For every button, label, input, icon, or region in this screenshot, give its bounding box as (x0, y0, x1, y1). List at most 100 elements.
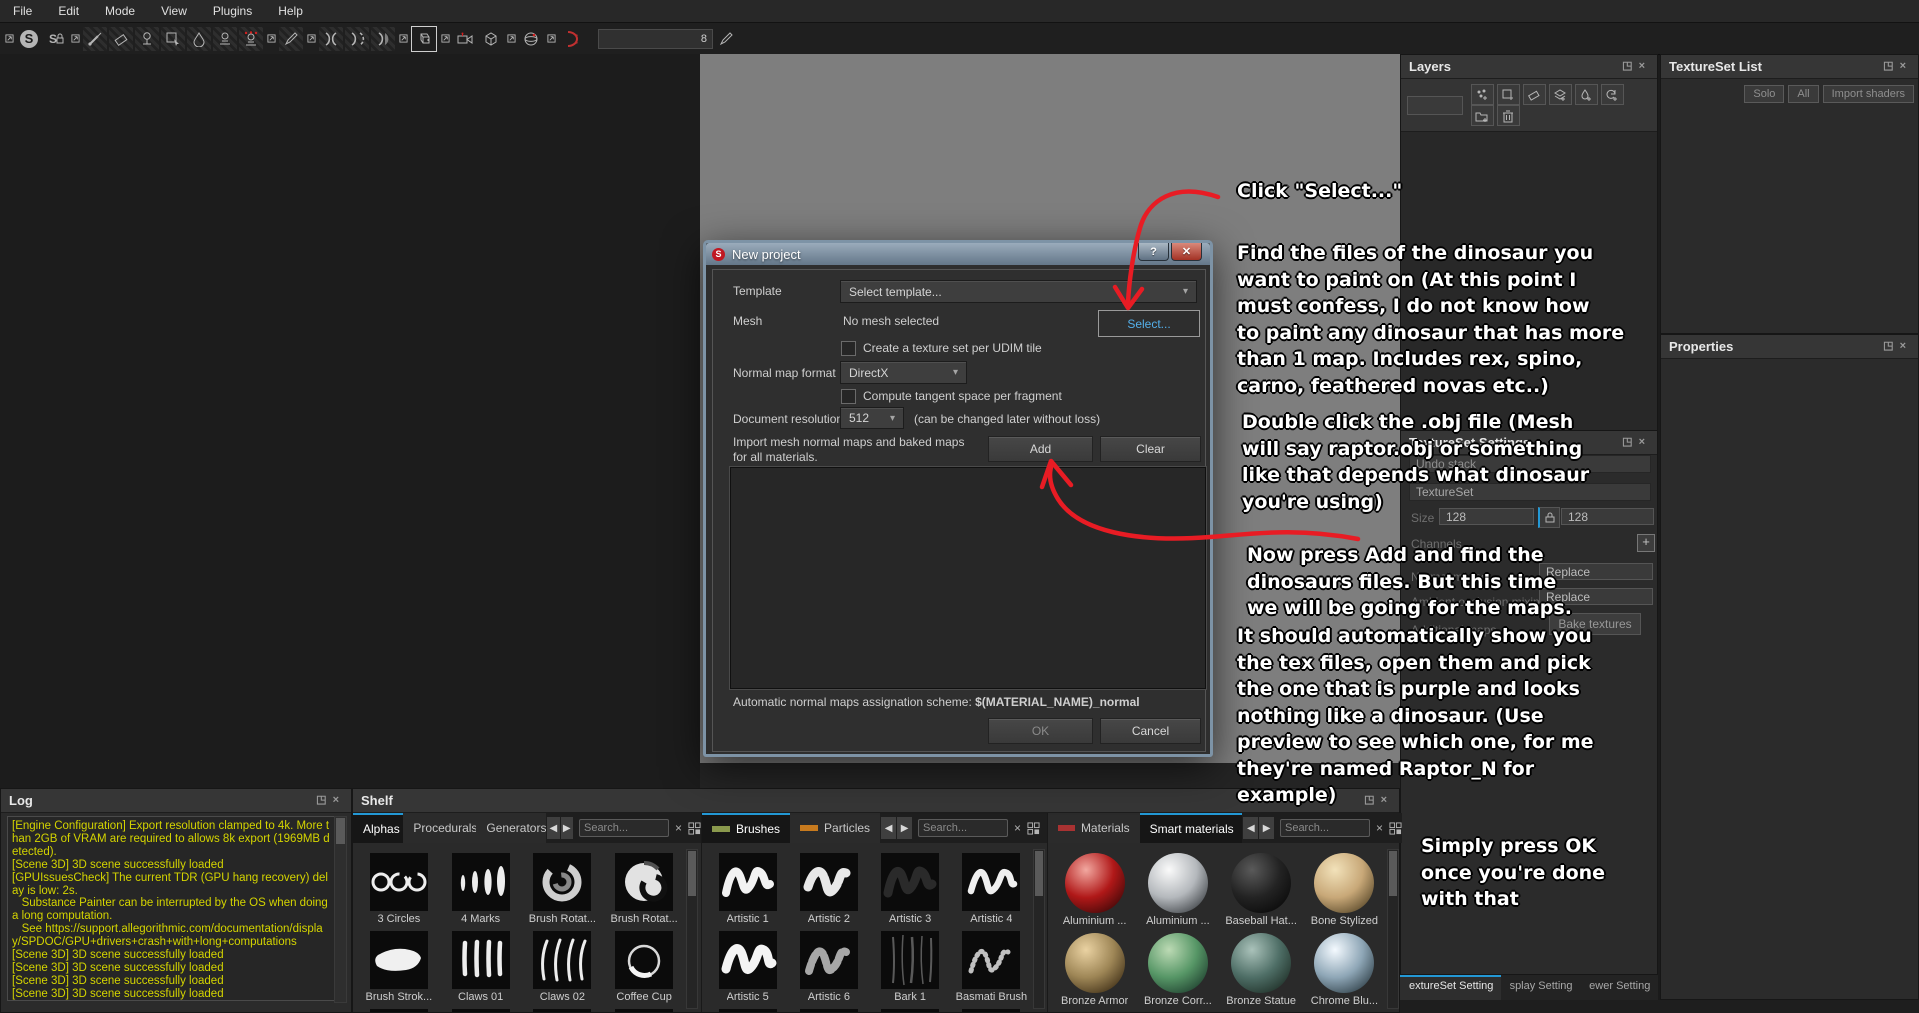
menu-item-help[interactable]: Help (265, 1, 316, 21)
tab-procedurals[interactable]: Procedurals (403, 813, 477, 843)
prev-tab-icon[interactable]: ◀ (881, 817, 897, 839)
alphas-item[interactable] (522, 1005, 604, 1012)
clone-stamp-source-icon[interactable] (239, 26, 263, 51)
popup-icon[interactable] (265, 27, 277, 51)
alphas-item[interactable]: Brush Rotat... (603, 849, 685, 927)
brushes-item[interactable] (707, 1005, 788, 1012)
environment-sphere-icon[interactable] (519, 27, 543, 51)
clear-maps-button[interactable]: Clear (1100, 436, 1201, 462)
materials-item[interactable]: Baseball Hat... (1220, 849, 1303, 929)
clone-stamp-icon[interactable] (213, 26, 237, 51)
popup-icon[interactable] (505, 27, 517, 51)
materials-item[interactable] (1220, 1009, 1303, 1012)
alphas-item[interactable]: Brush Rotat... (522, 849, 604, 927)
materials-item[interactable]: Chrome Blu... (1303, 929, 1386, 1009)
next-tab-icon[interactable]: ▶ (1259, 817, 1274, 839)
dialog-close-button[interactable]: ✕ (1171, 243, 1202, 261)
add-adjustment-icon[interactable] (1600, 84, 1624, 105)
clear-search-icon[interactable]: × (1014, 821, 1021, 835)
pen-edit-icon[interactable] (714, 27, 738, 51)
clear-search-icon[interactable]: × (1376, 821, 1383, 835)
alphas-item[interactable]: 3 Circles (358, 849, 440, 927)
pencil-icon[interactable] (279, 26, 303, 51)
alphas-item[interactable]: Coffee Cup (603, 927, 685, 1005)
brushes-item[interactable] (951, 1005, 1032, 1012)
brushes-item[interactable] (870, 1005, 951, 1012)
udim-checkbox[interactable] (841, 341, 856, 356)
grid-view-icon[interactable] (1027, 821, 1040, 835)
layer-filter-field[interactable] (1407, 95, 1463, 115)
alphas-item[interactable]: Claws 01 (440, 927, 522, 1005)
next-tab-icon[interactable]: ▶ (897, 817, 913, 839)
clear-search-icon[interactable]: × (675, 821, 682, 835)
uv-tile-icon[interactable] (411, 25, 437, 52)
projection-icon[interactable] (135, 26, 159, 51)
imported-maps-list[interactable] (730, 467, 1206, 689)
brushes-search-input[interactable] (918, 819, 1009, 837)
brushes-item[interactable]: Basmati Brush (951, 927, 1032, 1005)
alphas-item[interactable]: Brush Strok... (358, 927, 440, 1005)
materials-item[interactable] (1303, 1009, 1386, 1012)
tab-brushes[interactable]: Brushes (702, 813, 791, 843)
materials-item[interactable]: Aluminium ... (1053, 849, 1136, 929)
popup-icon[interactable] (3, 27, 15, 51)
log-scrollbar[interactable] (334, 816, 347, 1003)
dock-tab-splay-setting[interactable]: splay Setting (1500, 975, 1581, 1000)
prev-tab-icon[interactable]: ◀ (547, 817, 560, 839)
popup-icon[interactable] (545, 27, 557, 51)
popout-icon[interactable]: ◳ (1883, 60, 1899, 72)
polygon-fill-icon[interactable] (161, 26, 185, 51)
dialog-help-button[interactable]: ? (1138, 243, 1169, 261)
substance-logo-icon[interactable]: S (17, 27, 41, 51)
brushes-item[interactable]: Artistic 4 (951, 849, 1032, 927)
close-icon[interactable]: × (1900, 60, 1912, 72)
close-icon[interactable]: × (1900, 340, 1912, 352)
brushes-scrollbar[interactable] (1033, 849, 1045, 1009)
menu-item-view[interactable]: View (148, 1, 200, 21)
materials-item[interactable] (1136, 1009, 1219, 1012)
eraser-tool-icon[interactable] (1522, 84, 1546, 105)
alphas-item[interactable] (603, 1005, 685, 1012)
materials-item[interactable]: Bone Stylized (1303, 849, 1386, 929)
menu-item-edit[interactable]: Edit (45, 1, 92, 21)
materials-item[interactable]: Bronze Armor (1053, 929, 1136, 1009)
alphas-search-input[interactable] (578, 819, 669, 837)
tab-materials[interactable]: Materials (1048, 813, 1140, 843)
tab-particles[interactable]: Particles (790, 813, 881, 843)
popup-icon[interactable] (69, 27, 81, 51)
next-tab-icon[interactable]: ▶ (560, 817, 573, 839)
solo-button[interactable]: Solo (1744, 85, 1785, 103)
brushes-item[interactable]: Artistic 3 (870, 849, 951, 927)
tangent-checkbox[interactable] (841, 389, 856, 404)
tab-generators[interactable]: Generators (476, 813, 547, 843)
popout-icon[interactable]: ◳ (1622, 436, 1638, 448)
menu-item-plugins[interactable]: Plugins (200, 1, 265, 21)
add-maps-button[interactable]: Add (988, 436, 1093, 462)
add-layer-icon[interactable] (1548, 84, 1572, 105)
brushes-item[interactable]: Bark 1 (870, 927, 951, 1005)
alphas-item[interactable]: 4 Marks (440, 849, 522, 927)
brushes-item[interactable]: Artistic 2 (788, 849, 869, 927)
add-folder-icon[interactable] (1470, 105, 1494, 126)
resolution-dropdown[interactable]: 512 ▾ (840, 407, 904, 429)
add-channel-button[interactable]: + (1637, 534, 1655, 552)
perspective-box-icon[interactable] (479, 27, 503, 51)
materials-item[interactable]: Aluminium ... (1136, 849, 1219, 929)
materials-item[interactable] (1053, 1009, 1136, 1012)
popout-icon[interactable]: ◳ (1622, 60, 1638, 72)
select-mesh-button[interactable]: Select... (1098, 310, 1200, 337)
close-icon[interactable]: × (1639, 436, 1651, 448)
stencil-icon[interactable] (559, 27, 583, 51)
mask-open-icon[interactable] (319, 26, 343, 51)
close-icon[interactable]: × (333, 794, 345, 806)
popup-icon[interactable] (397, 27, 409, 51)
all-button[interactable]: All (1788, 85, 1819, 103)
falloff-value-field[interactable]: 8 (598, 28, 713, 49)
brushes-item[interactable]: Artistic 6 (788, 927, 869, 1005)
shelf-lock-icon[interactable]: S (43, 27, 67, 51)
alphas-item[interactable] (440, 1005, 522, 1012)
alphas-item[interactable] (358, 1005, 440, 1012)
cancel-button[interactable]: Cancel (1100, 718, 1201, 744)
add-fill-effect-icon[interactable] (1496, 84, 1520, 105)
alphas-scrollbar[interactable] (686, 849, 698, 1009)
